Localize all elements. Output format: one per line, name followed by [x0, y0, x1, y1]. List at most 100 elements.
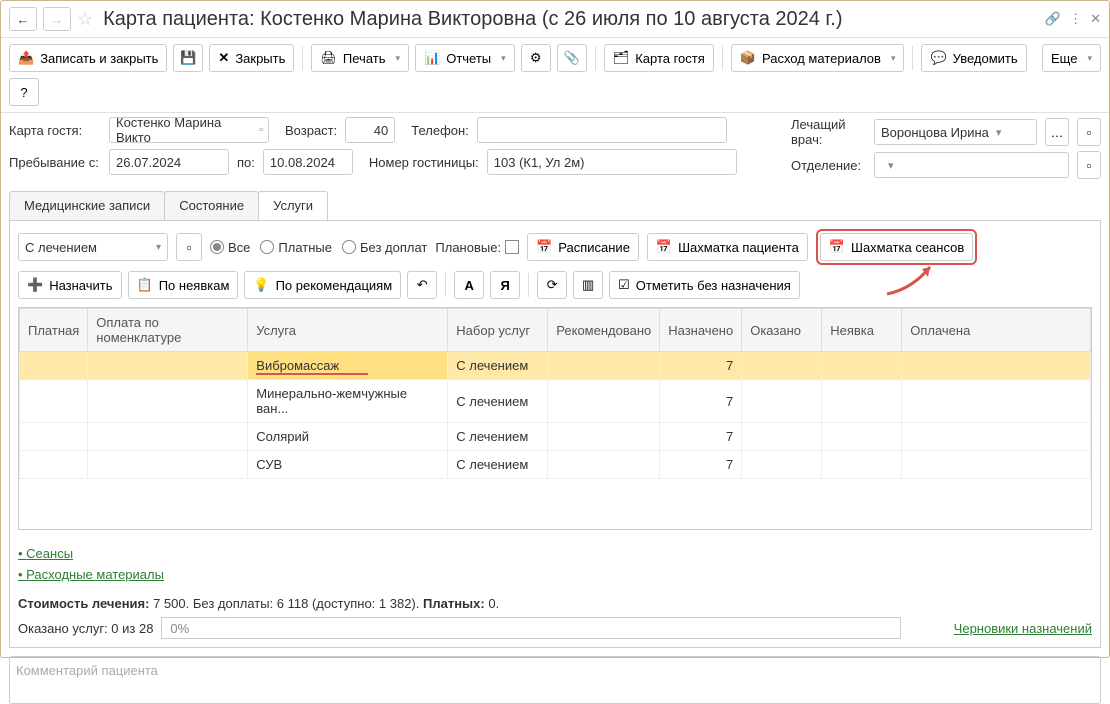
radio-all[interactable]: Все: [210, 240, 250, 255]
chart-icon: 📊: [424, 50, 440, 66]
department-label: Отделение:: [791, 158, 866, 173]
col-paid[interactable]: Платная: [20, 309, 88, 352]
assign-button[interactable]: ➕Назначить: [18, 271, 122, 299]
schedule-button[interactable]: 📅Расписание: [527, 233, 639, 261]
treatment-filter-dropdown[interactable]: С лечением▾: [18, 233, 168, 261]
materials-link[interactable]: Расходные материалы: [18, 567, 164, 582]
radio-paid[interactable]: Платные: [260, 240, 332, 255]
progress-label: Оказано услуг: 0 из 28: [18, 621, 153, 636]
doctor-open-button[interactable]: ▫: [1077, 118, 1101, 146]
box-icon: 📦: [740, 50, 756, 66]
reports-button[interactable]: 📊Отчеты: [415, 44, 515, 72]
hotel-input[interactable]: 103 (К1, Ул 2м): [487, 149, 737, 175]
chevron-down-icon: ▾: [156, 242, 161, 253]
age-input[interactable]: 40: [345, 117, 395, 143]
undo-button[interactable]: ↶: [407, 271, 437, 299]
filter-open-button[interactable]: ▫: [176, 233, 202, 261]
col-provided[interactable]: Оказано: [742, 309, 822, 352]
stay-from-input[interactable]: 26.07.2024: [109, 149, 229, 175]
session-grid-button[interactable]: 📅Шахматка сеансов: [820, 233, 973, 261]
diskette-icon: 💾: [180, 50, 196, 66]
close-window-icon[interactable]: ✕: [1090, 11, 1101, 27]
attach-button[interactable]: 📎: [557, 44, 587, 72]
col-noshow[interactable]: Неявка: [822, 309, 902, 352]
print-button[interactable]: 🖨Печать: [311, 44, 409, 72]
services-table: Платная Оплата по номенклатуре Услуга На…: [18, 307, 1092, 530]
table-row[interactable]: СолярийС лечением7: [20, 423, 1091, 451]
col-nomenclature[interactable]: Оплата по номенклатуре: [88, 309, 248, 352]
save-and-close-button[interactable]: 📤Записать и закрыть: [9, 44, 167, 72]
col-paid-status[interactable]: Оплачена: [902, 309, 1091, 352]
stay-to-input[interactable]: 10.08.2024: [263, 149, 353, 175]
kebab-menu-icon[interactable]: ⋮: [1069, 11, 1082, 27]
doctor-input[interactable]: Воронцова Ирина▾: [874, 119, 1037, 145]
nav-forward-button: →: [43, 7, 71, 31]
guest-card-label: Карта гостя:: [9, 123, 101, 138]
save-close-icon: 📤: [18, 50, 34, 66]
radio-no-extra[interactable]: Без доплат: [342, 240, 427, 255]
printer-icon: 🖨: [320, 50, 337, 66]
drafts-link[interactable]: Черновики назначений: [954, 621, 1092, 636]
callout-arrow-icon: [882, 259, 942, 299]
gear-icon: ⚙: [530, 50, 542, 66]
col-service[interactable]: Услуга: [248, 309, 448, 352]
columns-button[interactable]: ▥: [573, 271, 603, 299]
refresh-button[interactable]: ⟳: [537, 271, 567, 299]
more-button[interactable]: Еще: [1042, 44, 1101, 72]
dropdown-icon[interactable]: ▾: [993, 126, 1005, 139]
calendar-icon: 📅: [536, 239, 552, 255]
paperclip-icon: 📎: [564, 50, 580, 66]
by-recommend-button[interactable]: 💡По рекомендациям: [244, 271, 401, 299]
stay-from-label: Пребывание с:: [9, 155, 101, 170]
close-button[interactable]: ✕Закрыть: [209, 44, 294, 72]
window-title: Карта пациента: Костенко Марина Викторов…: [103, 8, 1039, 31]
nav-back-button[interactable]: ←: [9, 7, 37, 31]
open-icon[interactable]: ▫: [256, 124, 266, 136]
speech-icon: 💬: [930, 50, 946, 66]
department-input[interactable]: ▾: [874, 152, 1069, 178]
notify-button[interactable]: 💬Уведомить: [921, 44, 1026, 72]
save-button[interactable]: 💾: [173, 44, 203, 72]
hotel-label: Номер гостиницы:: [369, 155, 479, 170]
sort-a-button[interactable]: А: [454, 271, 484, 299]
mark-no-assign-button[interactable]: ☑Отметить без назначения: [609, 271, 800, 299]
sort-ya-button[interactable]: Я: [490, 271, 520, 299]
x-icon: ✕: [218, 50, 229, 66]
col-assigned[interactable]: Назначено: [660, 309, 742, 352]
favorite-star-icon[interactable]: ☆: [77, 9, 93, 30]
patient-grid-button[interactable]: 📅Шахматка пациента: [647, 233, 808, 261]
patient-comment-textarea[interactable]: Комментарий пациента: [9, 656, 1101, 704]
bulb-icon: 💡: [253, 277, 269, 293]
materials-button[interactable]: 📦Расход материалов: [731, 44, 905, 72]
gear-button[interactable]: ⚙: [521, 44, 551, 72]
plus-icon: ➕: [27, 277, 43, 293]
doctor-more-button[interactable]: …: [1045, 118, 1069, 146]
columns-icon: ▥: [582, 277, 594, 293]
phone-input[interactable]: [477, 117, 727, 143]
by-noshow-button[interactable]: 📋По неявкам: [128, 271, 239, 299]
help-button[interactable]: ?: [9, 78, 39, 106]
calendar-clock-icon: 📅: [829, 239, 845, 255]
calendar-grid-icon: 📅: [656, 239, 672, 255]
sessions-link[interactable]: Сеансы: [18, 546, 73, 561]
refresh-icon: ⟳: [547, 277, 558, 293]
table-row[interactable]: СУВС лечением7: [20, 451, 1091, 479]
tab-services[interactable]: Услуги: [258, 191, 328, 220]
col-service-set[interactable]: Набор услуг: [448, 309, 548, 352]
table-row[interactable]: Минерально-жемчужные ван...С лечением7: [20, 380, 1091, 423]
tab-state[interactable]: Состояние: [164, 191, 259, 220]
dropdown-icon[interactable]: ▾: [885, 159, 897, 172]
stay-to-label: по:: [237, 155, 255, 170]
check-icon: ☑: [618, 277, 630, 293]
guest-card-button[interactable]: 🗂Карта гостя: [604, 44, 714, 72]
tab-medical-records[interactable]: Медицинские записи: [9, 191, 165, 220]
link-icon[interactable]: 🔗: [1045, 11, 1061, 27]
age-label: Возраст:: [285, 123, 337, 138]
department-open-button[interactable]: ▫: [1077, 151, 1101, 179]
planned-checkbox[interactable]: Плановые:: [435, 240, 519, 255]
col-recommended[interactable]: Рекомендовано: [548, 309, 660, 352]
cost-summary: Стоимость лечения: 7 500. Без доплаты: 6…: [18, 596, 1092, 611]
progress-bar: 0%: [161, 617, 901, 639]
table-row[interactable]: ВибромассажС лечением7: [20, 352, 1091, 380]
guest-card-input[interactable]: Костенко Марина Викто▫: [109, 117, 269, 143]
